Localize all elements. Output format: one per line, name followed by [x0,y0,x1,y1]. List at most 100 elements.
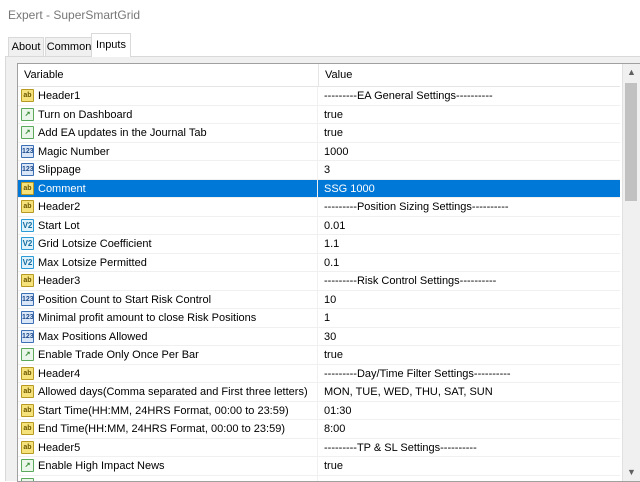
value-cell[interactable]: 8:00 [319,420,624,438]
variable-cell[interactable]: ↗ [18,476,318,482]
value-cell[interactable]: ---------Day/Time Filter Settings-------… [319,365,624,383]
variable-label: Allowed days(Comma separated and First t… [38,383,308,401]
variable-cell[interactable]: V2Grid Lotsize Coefficient [18,235,318,253]
table-row[interactable]: 123Minimal profit amount to close Risk P… [18,309,620,328]
tab-inputs[interactable]: Inputs [91,33,131,57]
variable-label: Header2 [38,198,80,216]
table-row[interactable]: ↗Enable Trade Only Once Per Bartrue [18,346,620,365]
string-type-icon: ab [21,200,34,213]
variable-label: Comment [38,180,86,198]
variable-label: Magic Number [38,143,110,161]
value-cell[interactable]: 1.1 [319,235,624,253]
variable-label: Slippage [38,161,81,179]
variable-cell[interactable]: 123Position Count to Start Risk Control [18,291,318,309]
value-cell[interactable]: true [319,124,624,142]
variable-cell[interactable]: abAllowed days(Comma separated and First… [18,383,318,401]
value-cell[interactable]: 0.01 [319,217,624,235]
integer-type-icon: 123 [21,311,34,324]
value-cell[interactable]: ---------EA General Settings---------- [319,87,624,105]
table-row[interactable]: abHeader3---------Risk Control Settings-… [18,272,620,291]
variable-cell[interactable]: 123 Slippage [18,161,318,179]
table-row[interactable]: V2Start Lot0.01 [18,217,620,236]
value-cell[interactable]: SSG 1000 [319,180,624,198]
integer-type-icon: 123 [21,163,34,176]
value-cell[interactable]: ---------Position Sizing Settings-------… [319,198,624,216]
table-row[interactable]: abAllowed days(Comma separated and First… [18,383,620,402]
table-row[interactable]: 123Position Count to Start Risk Control1… [18,291,620,310]
value-cell[interactable]: 01:30 [319,402,624,420]
variable-cell[interactable]: 123Minimal profit amount to close Risk P… [18,309,318,327]
string-type-icon: ab [21,404,34,417]
variable-cell[interactable]: ab Comment [18,180,318,198]
variable-cell[interactable]: ↗Enable Trade Only Once Per Bar [18,346,318,364]
variable-label: Start Time(HH:MM, 24HRS Format, 00:00 to… [38,402,289,420]
variable-cell[interactable]: abHeader4 [18,365,318,383]
table-row[interactable]: abHeader1---------EA General Settings---… [18,87,620,106]
table-row[interactable]: ↗Turn on Dashboardtrue [18,106,620,125]
variable-cell[interactable]: ab Header2 [18,198,318,216]
variable-cell[interactable]: 123Max Positions Allowed [18,328,318,346]
value-cell[interactable]: 30 [319,328,624,346]
table-row[interactable]: abHeader4---------Day/Time Filter Settin… [18,365,620,384]
table-row[interactable]: V2Max Lotsize Permitted0.1 [18,254,620,273]
variable-cell[interactable]: abEnd Time(HH:MM, 24HRS Format, 00:00 to… [18,420,318,438]
column-header-variable[interactable]: Variable [18,64,319,86]
value-cell[interactable]: true [319,457,624,475]
bool-type-icon: ↗ [21,348,34,361]
variable-cell[interactable]: abHeader1 [18,87,318,105]
grid-rows: abHeader1---------EA General Settings---… [18,87,620,482]
value-cell[interactable]: 0.1 [319,254,624,272]
value-cell[interactable]: ---------TP & SL Settings---------- [319,439,624,457]
table-row[interactable]: ↗Add EA updates in the Journal Tabtrue [18,124,620,143]
string-type-icon: ab [21,274,34,287]
value-cell[interactable]: true [319,106,624,124]
variable-cell[interactable]: ab Start Time(HH:MM, 24HRS Format, 00:00 … [18,402,318,420]
tab-about[interactable]: About [8,37,44,56]
value-cell[interactable]: ---------Risk Control Settings---------- [319,272,624,290]
column-header-value[interactable]: Value [319,64,615,86]
table-row[interactable]: 123Max Positions Allowed30 [18,328,620,347]
table-row[interactable]: abHeader2---------Position Sizing Settin… [18,198,620,217]
value-cell[interactable]: true [319,346,624,364]
variable-label: Header3 [38,272,80,290]
scroll-down-icon[interactable]: ▼ [623,464,640,481]
value-cell[interactable]: MON, TUE, WED, THU, SAT, SUN [319,383,624,401]
tab-common[interactable]: Common [45,37,93,56]
variable-cell[interactable]: ↗Enable High Impact News [18,457,318,475]
variable-label: Header1 [38,87,80,105]
string-type-icon: ab [21,422,34,435]
table-row[interactable]: ↗Enable High Impact Newstrue [18,457,620,476]
scroll-up-icon[interactable]: ▲ [623,64,640,81]
variable-cell[interactable]: abHeader5 [18,439,318,457]
table-row[interactable]: ab Start Time(HH:MM, 24HRS Format, 00:00 … [18,402,620,421]
string-type-icon: ab [21,367,34,380]
table-row[interactable]: abHeader5---------TP & SL Settings------… [18,439,620,458]
variable-label: Max Lotsize Permitted [38,254,147,272]
variable-cell[interactable]: V2 Max Lotsize Permitted [18,254,318,272]
table-row[interactable]: abCommentSSG 1000 [18,180,620,199]
variable-cell[interactable]: ↗Turn on Dashboard [18,106,318,124]
variable-cell[interactable]: 123Magic Number [18,143,318,161]
variable-label: Turn on Dashboard [38,106,132,124]
table-row[interactable]: 123Slippage3 [18,161,620,180]
value-cell[interactable]: 1000 [319,143,624,161]
vertical-scrollbar[interactable]: ▲ ▼ [622,64,640,481]
grid-header: Variable Value [18,64,620,87]
variable-label: Header5 [38,439,80,457]
string-type-icon: ab [21,182,34,195]
table-row[interactable]: V2Grid Lotsize Coefficient1.1 [18,235,620,254]
table-row[interactable]: 123Magic Number1000 [18,143,620,162]
variable-cell[interactable]: ab Header3 [18,272,318,290]
variable-cell[interactable]: ↗Add EA updates in the Journal Tab [18,124,318,142]
value-cell[interactable] [319,476,624,482]
double-type-icon: V2 [21,256,34,269]
scroll-thumb[interactable] [625,83,637,201]
value-cell[interactable]: 3 [319,161,624,179]
bool-type-icon: ↗ [21,126,34,139]
variable-cell[interactable]: V2Start Lot [18,217,318,235]
table-row[interactable]: ↗ [18,476,620,482]
table-row[interactable]: abEnd Time(HH:MM, 24HRS Format, 00:00 to… [18,420,620,439]
value-cell[interactable]: 10 [319,291,624,309]
tab-bar: About Common Inputs [0,30,640,57]
value-cell[interactable]: 1 [319,309,624,327]
